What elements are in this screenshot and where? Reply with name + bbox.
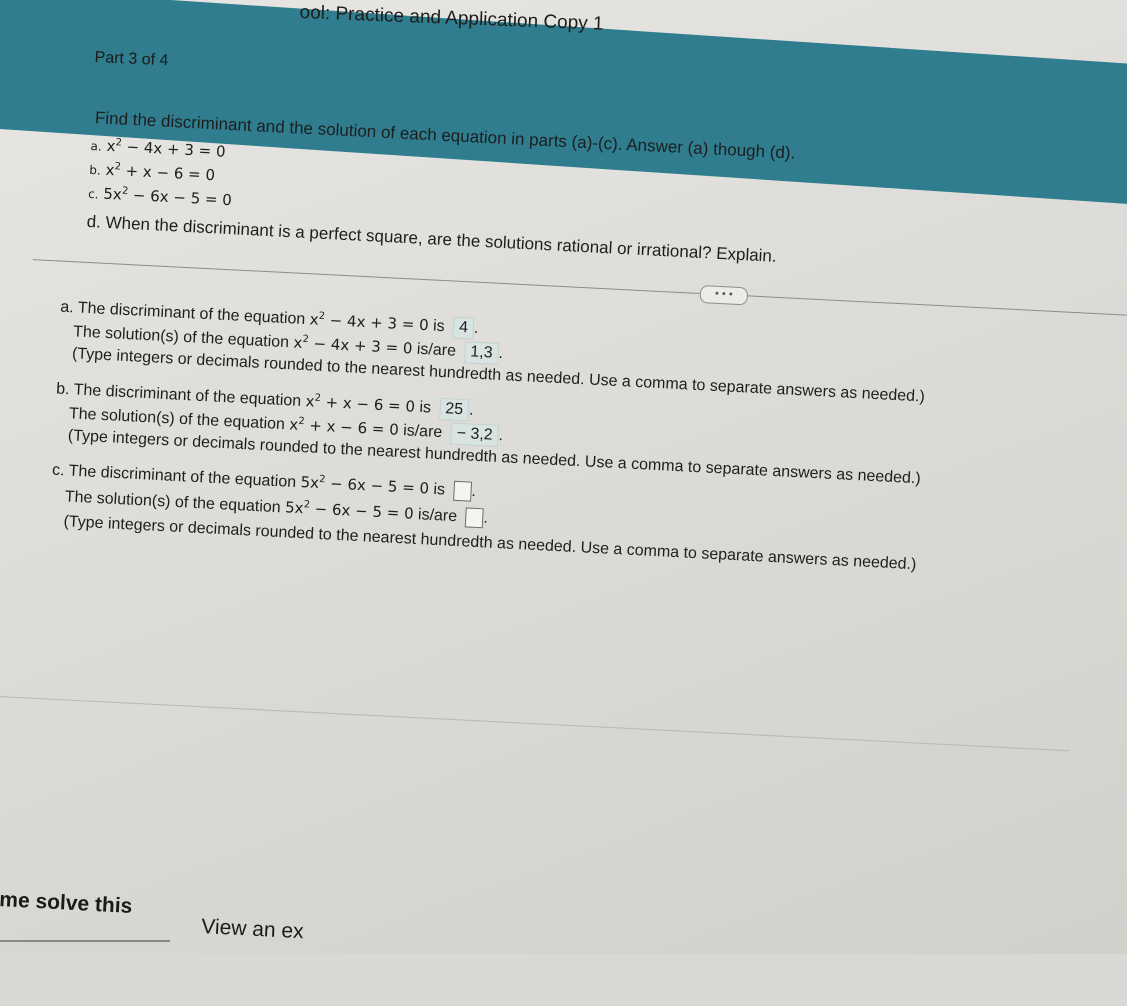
footer-divider (0, 694, 1070, 752)
answer-b-solution-input[interactable]: − 3,2 (450, 422, 500, 447)
equation-a: a. x2 − 4x + 3 = 0 (90, 136, 226, 161)
answer-c-hint: (Type integers or decimals rounded to th… (63, 513, 917, 574)
item-letter: c. (87, 186, 99, 202)
item-letter: a. (90, 138, 103, 154)
equation-b: b. x2 + x − 6 = 0 (89, 160, 216, 185)
answer-a-solution-input[interactable]: 1,3 (463, 341, 500, 365)
footer-underline (0, 940, 170, 942)
more-options-button[interactable]: • • • (699, 284, 749, 306)
answer-c-discriminant-input[interactable] (452, 480, 472, 502)
equation-c: c. 5x2 − 6x − 5 = 0 (87, 184, 233, 210)
question-panel: Find the discriminant and the solution o… (0, 0, 1127, 1005)
answer-b-discriminant-input[interactable]: 25 (438, 397, 470, 422)
item-letter: b. (89, 162, 102, 178)
question-part-d: d. When the discriminant is a perfect sq… (86, 211, 778, 266)
answer-c-solution-input[interactable] (465, 507, 485, 529)
answer-a-discriminant-input[interactable]: 4 (452, 316, 475, 340)
